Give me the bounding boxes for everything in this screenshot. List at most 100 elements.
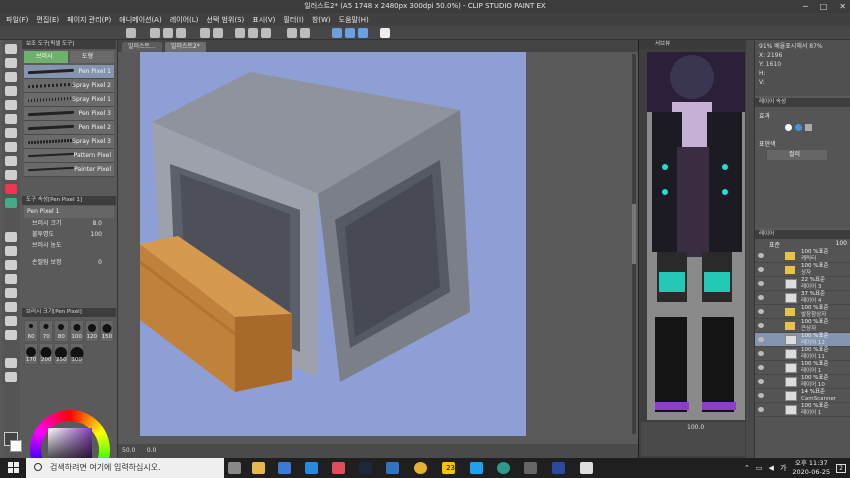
balloon-tool-icon[interactable] <box>5 316 17 326</box>
help-icon[interactable] <box>380 28 390 38</box>
fill-icon[interactable] <box>248 28 258 38</box>
figure-tool-icon[interactable] <box>5 260 17 270</box>
eye-icon[interactable] <box>758 323 764 328</box>
new-file-icon[interactable] <box>150 28 160 38</box>
menu-page[interactable]: 페이지 관리(P) <box>67 15 111 25</box>
edge-icon[interactable] <box>497 462 510 474</box>
minimize-button[interactable]: ─ <box>803 0 808 13</box>
brush-size-cell[interactable]: 70 <box>39 320 54 342</box>
open-file-icon[interactable] <box>163 28 173 38</box>
doc-tab-active[interactable]: 일러스트2* <box>164 42 206 52</box>
airbrush-tool-icon[interactable] <box>5 156 17 166</box>
reference-image[interactable] <box>647 52 745 420</box>
invert-icon[interactable] <box>300 28 310 38</box>
brush-tool-icon[interactable] <box>5 142 17 152</box>
layer-row[interactable]: 100 %표준 발장참상자 <box>755 305 850 319</box>
menu-selection[interactable]: 선택 범위(S) <box>206 15 244 25</box>
clip-studio-taskbar-icon[interactable] <box>580 462 593 474</box>
menu-window[interactable]: 창(W) <box>312 15 331 25</box>
mail-icon[interactable] <box>386 462 399 474</box>
deselect-icon[interactable] <box>287 28 297 38</box>
opacity-value[interactable]: 100 <box>836 240 847 247</box>
ruler-tool-icon[interactable] <box>5 288 17 298</box>
eye-icon[interactable] <box>758 351 764 356</box>
snap-perspective-icon[interactable] <box>358 28 368 38</box>
subtool-item[interactable]: Spray Pixel 3 <box>24 135 114 149</box>
decoration-tool-icon[interactable] <box>5 170 17 180</box>
subtool-item[interactable]: Spray Pixel 1 <box>24 93 114 107</box>
navigator-zoom[interactable]: 100.0 <box>687 424 704 431</box>
brush-size-cell[interactable]: 60 <box>24 320 39 342</box>
prop-stabilization[interactable]: 손떨림 보정 0 <box>22 257 116 268</box>
tab-brush[interactable]: 브러시 <box>24 51 68 63</box>
rotate-tool-icon[interactable] <box>5 372 17 382</box>
steam-icon[interactable] <box>359 462 372 474</box>
subtool-item[interactable]: Spray Pixel 2 <box>24 79 114 93</box>
save-icon[interactable] <box>176 28 186 38</box>
undo-icon[interactable] <box>200 28 210 38</box>
subtool-item[interactable]: Painter Pixel <box>24 163 114 177</box>
selection-tool-icon[interactable] <box>5 72 17 82</box>
brush-size-cell[interactable]: 150 <box>99 320 114 342</box>
effect-color-icon[interactable] <box>805 124 812 131</box>
layer-row[interactable]: 100 %표준 캐릭터 <box>755 249 850 263</box>
eye-icon[interactable] <box>758 309 764 314</box>
eye-icon[interactable] <box>758 337 764 342</box>
layer-row[interactable]: 100 %표준 레이어 10 <box>755 375 850 389</box>
menu-file[interactable]: 파일(F) <box>6 15 28 25</box>
blend-tool-icon[interactable] <box>5 198 17 208</box>
app3-icon[interactable] <box>552 462 565 474</box>
text-tool-icon[interactable] <box>5 302 17 312</box>
menu-help[interactable]: 도움말(H) <box>339 15 369 25</box>
layer-row[interactable]: 100 %표준 레이어 1 <box>755 361 850 375</box>
pen-tool-icon[interactable] <box>5 114 17 124</box>
volume-icon[interactable]: ◀ <box>769 464 774 472</box>
brush-size-cell[interactable]: 120 <box>84 320 99 342</box>
layer-row[interactable]: 100 %표준 상자 <box>755 263 850 277</box>
twitter-icon[interactable] <box>470 462 483 474</box>
brush-size-cell[interactable]: 170 <box>24 343 39 365</box>
menu-edit[interactable]: 편집(E) <box>36 15 59 25</box>
fill-tool-icon[interactable] <box>5 232 17 242</box>
subtool-item[interactable]: Pen Pixel 1 <box>24 65 114 79</box>
chrome-icon[interactable] <box>414 462 427 474</box>
eye-icon[interactable] <box>758 253 764 258</box>
layer-row[interactable]: 22 %표준 레이어 3 <box>755 277 850 291</box>
blend-mode-select[interactable]: 표준 <box>769 240 780 249</box>
app2-icon[interactable] <box>524 462 537 474</box>
menu-animation[interactable]: 애니메이션(A) <box>119 15 161 25</box>
snap-ruler-icon[interactable] <box>332 28 342 38</box>
menu-layer[interactable]: 레이어(L) <box>170 15 199 25</box>
layer-row[interactable]: 100 %표준 큰상자 <box>755 319 850 333</box>
subtool-item[interactable]: Pen Pixel 2 <box>24 121 114 135</box>
transform-icon[interactable] <box>261 28 271 38</box>
zoom-tool-icon[interactable] <box>5 44 17 54</box>
clock[interactable]: 오후 11:37 2020-06-25 <box>792 459 830 477</box>
eye-icon[interactable] <box>758 295 764 300</box>
eye-icon[interactable] <box>758 379 764 384</box>
eye-icon[interactable] <box>758 281 764 286</box>
start-button[interactable] <box>8 462 20 474</box>
task-view-icon[interactable] <box>228 462 241 474</box>
effect-tone-icon[interactable] <box>795 124 802 131</box>
eraser-tool-icon[interactable] <box>5 184 17 194</box>
kakao-icon[interactable]: 23 <box>442 462 455 474</box>
layer-row[interactable]: 37 %표준 레이어 4 <box>755 291 850 305</box>
menu-filter[interactable]: 필터(I) <box>283 15 303 25</box>
redo-icon[interactable] <box>213 28 223 38</box>
subtool-item[interactable]: Pen Pixel 3 <box>24 107 114 121</box>
brush-size-cell[interactable]: 250 <box>54 343 69 365</box>
file-explorer-icon[interactable] <box>252 462 265 474</box>
brush-size-cell[interactable]: 300 <box>69 343 84 365</box>
pencil-tool-icon[interactable] <box>5 128 17 138</box>
store-icon[interactable] <box>278 462 291 474</box>
clip-studio-icon[interactable] <box>126 28 136 38</box>
subtool-item[interactable]: Pattern Pixel <box>24 149 114 163</box>
eye-icon[interactable] <box>758 267 764 272</box>
layer-row[interactable]: 100 %표준 레이어 1 <box>755 403 850 417</box>
brush-size-cell[interactable]: 80 <box>54 320 69 342</box>
layer-row[interactable]: 100 %표준 레이어 12 <box>755 333 850 347</box>
effect-border-icon[interactable] <box>785 124 792 131</box>
canvas-scrollbar[interactable] <box>632 54 636 434</box>
layer-row[interactable]: 100 %표준 레이어 11 <box>755 347 850 361</box>
